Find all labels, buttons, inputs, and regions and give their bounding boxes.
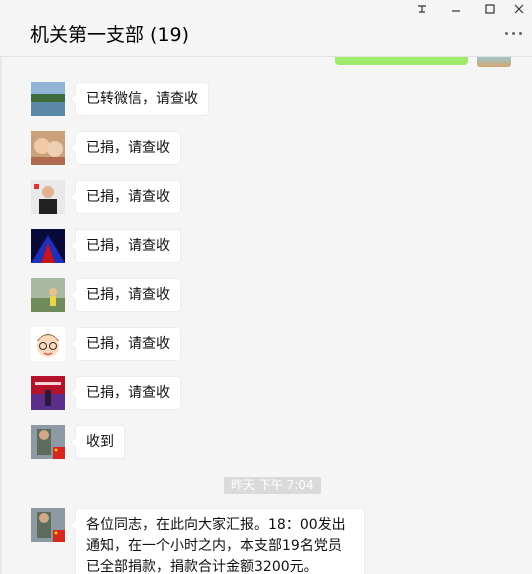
timestamp-divider: 昨天 下午 7:04 (224, 477, 321, 494)
avatar-flag[interactable] (31, 508, 65, 542)
avatar-outdoor[interactable] (31, 278, 65, 312)
more-options-icon[interactable] (505, 32, 522, 35)
message-bubble[interactable]: 已捐，请查收 (70, 131, 181, 165)
avatar-stage[interactable] (31, 229, 65, 263)
message-list[interactable]: 已转微信，请查收 已捐，请查收 已捐，请查收 已捐，请查收 已捐，请查收 已捐，… (0, 57, 532, 574)
message-bubble[interactable]: 各位同志，在此向大家汇报。18：00发出通知，在一个小时之内，本支部19名党员已… (70, 508, 365, 574)
minimize-icon (452, 10, 460, 12)
avatar-kids[interactable] (31, 131, 65, 165)
message-bubble[interactable]: 已捐，请查收 (70, 278, 181, 312)
close-icon (514, 4, 524, 14)
message-bubble[interactable]: 已捐，请查收 (70, 229, 181, 263)
message-bubble[interactable]: 已捐，请查收 (70, 376, 181, 410)
avatar-man[interactable] (31, 180, 65, 214)
avatar-poster[interactable] (31, 376, 65, 410)
minimize-button[interactable] (439, 0, 473, 18)
pin-button[interactable] (405, 0, 439, 18)
message-bubble[interactable]: 已转微信，请查收 (70, 82, 209, 116)
avatar-lake[interactable] (31, 82, 65, 116)
close-button[interactable] (502, 0, 532, 18)
message-bubble[interactable]: 已捐，请查收 (70, 180, 181, 214)
pin-icon (418, 5, 426, 13)
sent-message-bubble[interactable] (335, 57, 468, 65)
own-avatar[interactable] (477, 57, 511, 67)
message-bubble[interactable]: 已捐，请查收 (70, 327, 181, 361)
maximize-icon (485, 4, 495, 14)
chat-header: 机关第一支部 (19) (0, 0, 532, 57)
avatar-cartoon[interactable] (31, 327, 65, 361)
chat-title: 机关第一支部 (19) (30, 24, 190, 46)
avatar-flag[interactable] (31, 425, 65, 459)
message-bubble[interactable]: 收到 (70, 425, 125, 459)
